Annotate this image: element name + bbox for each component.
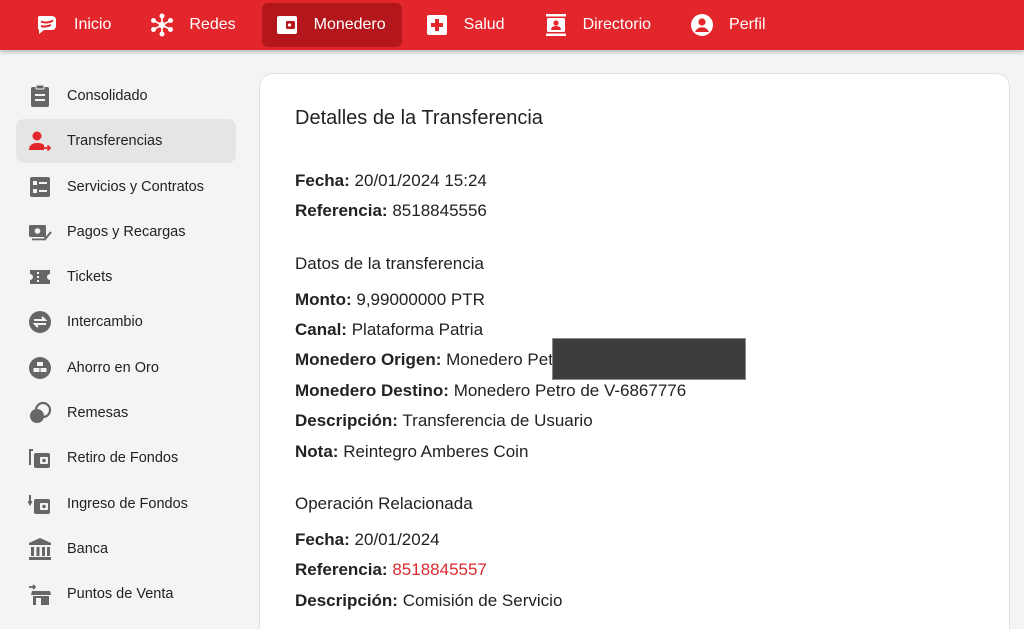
descripcion-row: Descripción: Transferencia de Usuario — [295, 411, 593, 431]
descripcion-value: Transferencia de Usuario — [402, 411, 593, 430]
nav-label: Monedero — [313, 16, 386, 33]
deposit-icon — [28, 492, 52, 516]
gold-bars-icon — [28, 356, 52, 380]
sidebar-item-label: Tickets — [67, 269, 113, 286]
sidebar-item-label: Banca — [67, 540, 109, 557]
redacted-block — [552, 338, 746, 380]
sidebar-item-tickets[interactable]: Tickets — [16, 255, 236, 299]
checklist-icon — [28, 175, 52, 199]
related-referencia-row: Referencia: 8518845557 — [295, 560, 487, 580]
user-transfer-icon — [28, 129, 52, 153]
sidebar-item-label: Consolidado — [67, 88, 148, 104]
nav-label: Inicio — [74, 16, 112, 33]
clipboard-icon — [28, 84, 52, 108]
sidebar-item-label: Remesas — [67, 405, 129, 422]
wallet-icon — [274, 12, 300, 38]
sidebar-item-retiro[interactable]: Retiro de Fondos — [16, 436, 236, 480]
referencia-row: Referencia: 8518845556 — [295, 201, 487, 221]
descripcion-label: Descripción: — [295, 411, 398, 430]
related-referencia-link[interactable]: 8518845557 — [392, 560, 487, 579]
nav-redes[interactable]: Redes — [137, 3, 251, 47]
payment-icon — [28, 220, 52, 244]
canal-row: Canal: Plataforma Patria — [295, 320, 483, 340]
coins-icon — [28, 401, 52, 425]
store-icon — [28, 582, 52, 606]
origen-row: Monedero Origen: Monedero Petro — [295, 350, 568, 370]
nota-value: Reintegro Amberes Coin — [343, 442, 529, 461]
related-descripcion-label: Descripción: — [295, 591, 398, 610]
ticket-icon — [28, 265, 52, 289]
sidebar-item-ahorro-oro[interactable]: Ahorro en Oro — [16, 346, 236, 390]
sidebar-item-label: Transferencias — [67, 133, 163, 150]
sidebar: Consolidado Transferencias Servicios y C… — [16, 74, 236, 618]
destino-value: Monedero Petro de V-6867776 — [453, 381, 687, 400]
canal-value: Plataforma Patria — [351, 320, 484, 339]
nav-label: Salud — [463, 16, 505, 33]
network-icon — [149, 12, 175, 38]
origen-label: Monedero Origen: — [295, 350, 442, 369]
withdraw-icon — [28, 446, 52, 470]
referencia-value: 8518845556 — [392, 201, 487, 220]
sidebar-item-intercambio[interactable]: Intercambio — [16, 300, 236, 344]
transfer-details-card: Detalles de la Transferencia Fecha: 20/0… — [259, 73, 1010, 629]
destino-label: Monedero Destino: — [295, 381, 449, 400]
sidebar-item-label: Intercambio — [67, 314, 143, 331]
related-referencia-label: Referencia: — [295, 560, 388, 579]
monto-value: 9,99000000 PTR — [356, 290, 485, 309]
sidebar-item-label: Ingreso de Fondos — [67, 495, 188, 512]
sidebar-item-label: Puntos de Venta — [67, 586, 174, 603]
nav-inicio[interactable]: Inicio — [22, 3, 127, 47]
sidebar-item-servicios[interactable]: Servicios y Contratos — [16, 165, 236, 209]
sidebar-item-label: Pagos y Recargas — [67, 223, 186, 240]
destino-row: Monedero Destino: Monedero Petro de V-68… — [295, 381, 686, 401]
sidebar-item-transferencias[interactable]: Transferencias — [16, 119, 236, 164]
user-circle-icon — [689, 12, 715, 38]
exchange-icon — [28, 310, 52, 334]
referencia-label: Referencia: — [295, 201, 388, 220]
sidebar-item-banca[interactable]: Banca — [16, 527, 236, 571]
origen-value: Monedero Petro — [446, 350, 569, 369]
related-fecha-value: 20/01/2024 — [354, 530, 440, 549]
fecha-value: 20/01/2024 15:24 — [354, 171, 487, 190]
bank-icon — [28, 537, 52, 561]
nav-label: Redes — [189, 16, 236, 33]
sidebar-item-ingreso[interactable]: Ingreso de Fondos — [16, 482, 236, 526]
top-navigation-bar: Inicio Redes Monedero Salud Directorio P… — [0, 0, 1024, 50]
fecha-row: Fecha: 20/01/2024 15:24 — [295, 171, 487, 191]
related-descripcion-value: Comisión de Servicio — [402, 591, 563, 610]
chat-star-icon — [34, 12, 60, 38]
nav-directorio[interactable]: Directorio — [531, 3, 667, 47]
sidebar-item-pagos[interactable]: Pagos y Recargas — [16, 210, 236, 254]
related-descripcion-row: Descripción: Comisión de Servicio — [295, 591, 562, 611]
nota-label: Nota: — [295, 442, 339, 461]
related-fecha-label: Fecha: — [295, 530, 350, 549]
sidebar-item-remesas[interactable]: Remesas — [16, 391, 236, 435]
nav-monedero[interactable]: Monedero — [261, 3, 402, 47]
sidebar-item-label: Servicios y Contratos — [67, 178, 204, 195]
canal-label: Canal: — [295, 320, 347, 339]
contact-card-icon — [543, 12, 569, 38]
sidebar-item-label: Retiro de Fondos — [67, 450, 179, 467]
sidebar-item-consolidado[interactable]: Consolidado — [16, 74, 236, 118]
nav-label: Perfil — [729, 16, 766, 33]
page-title: Detalles de la Transferencia — [295, 107, 543, 129]
section-related-heading: Operación Relacionada — [295, 494, 473, 513]
nav-salud[interactable]: Salud — [412, 3, 521, 47]
monto-label: Monto: — [295, 290, 352, 309]
nota-row: Nota: Reintegro Amberes Coin — [295, 442, 528, 462]
section-transfer-heading: Datos de la transferencia — [295, 254, 484, 273]
nav-perfil[interactable]: Perfil — [677, 3, 781, 47]
related-fecha-row: Fecha: 20/01/2024 — [295, 530, 440, 550]
nav-label: Directorio — [582, 16, 652, 33]
sidebar-item-label: Ahorro en Oro — [67, 359, 159, 376]
sidebar-item-puntos-venta[interactable]: Puntos de Venta — [16, 572, 236, 616]
fecha-label: Fecha: — [295, 171, 350, 190]
monto-row: Monto: 9,99000000 PTR — [295, 290, 485, 310]
medical-cross-icon — [424, 12, 450, 38]
